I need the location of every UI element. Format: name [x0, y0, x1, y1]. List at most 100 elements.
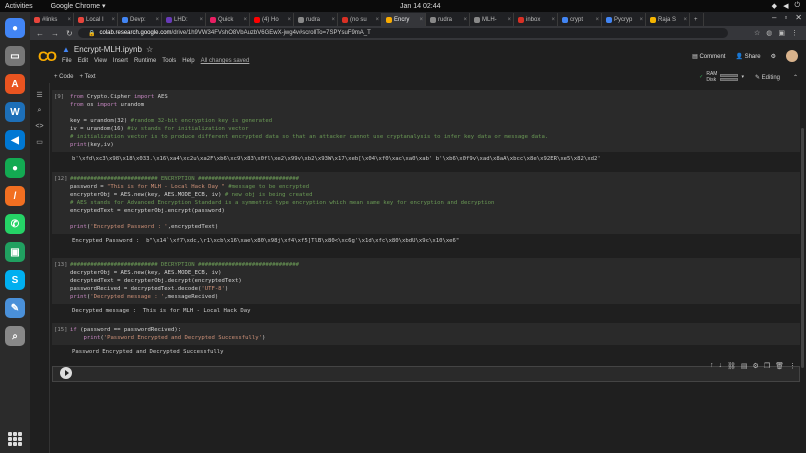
star-icon[interactable]: ☆	[754, 29, 760, 37]
code-editor[interactable]: [9] from Crypto.Cipher import AES from os …	[52, 90, 800, 152]
close-tab-icon[interactable]: ×	[507, 17, 511, 23]
browser-tab[interactable]: LHD: ×	[162, 13, 206, 26]
more-icon[interactable]: ⋮	[789, 362, 796, 370]
menu-item[interactable]: Insert	[113, 58, 128, 64]
mirror-icon[interactable]: ❐	[764, 362, 770, 370]
close-tab-icon[interactable]: ×	[463, 17, 467, 23]
app-icon[interactable]: ▣	[5, 242, 25, 262]
close-tab-icon[interactable]: ×	[111, 17, 115, 23]
browser-tab[interactable]: Local I ×	[74, 13, 118, 26]
text-editor-icon[interactable]: ✎	[5, 298, 25, 318]
browser-tab[interactable]: (no su ×	[338, 13, 382, 26]
close-tab-icon[interactable]: ×	[419, 17, 423, 23]
close-tab-icon[interactable]: ×	[155, 17, 159, 23]
browser-tab[interactable]: Quick ×	[206, 13, 250, 26]
menu-icon[interactable]: ⋮	[791, 29, 798, 37]
scrollbar[interactable]	[801, 128, 804, 368]
add-text-button[interactable]: + Text	[80, 74, 96, 80]
close-tab-icon[interactable]: ×	[375, 17, 379, 23]
close-tab-icon[interactable]: ×	[67, 17, 71, 23]
close-tab-icon[interactable]: ×	[595, 17, 599, 23]
code-editor[interactable]: [13] ########################## DECRYPTIO…	[52, 258, 800, 304]
close-tab-icon[interactable]: ×	[683, 17, 687, 23]
code-cell[interactable]: [13] ########################## DECRYPTIO…	[52, 258, 800, 318]
new-tab-button[interactable]: +	[690, 13, 704, 26]
clock[interactable]: Jan 14 02:44	[400, 3, 440, 10]
editing-status[interactable]: ✎ Editing	[755, 74, 780, 81]
browser-tab[interactable]: Encry ×	[382, 13, 426, 26]
browser-tab[interactable]: Raja S ×	[646, 13, 690, 26]
avatar[interactable]	[786, 50, 798, 62]
code-editor[interactable]: [12] ########################## ENCRYPTIO…	[52, 172, 800, 234]
browser-tab[interactable]: Devp: ×	[118, 13, 162, 26]
add-code-button[interactable]: + Code	[54, 74, 74, 80]
close-tab-icon[interactable]: ×	[243, 17, 247, 23]
files-icon[interactable]: ▭	[30, 138, 49, 146]
extension-icon[interactable]: ▣	[778, 29, 785, 37]
search-icon[interactable]: ⌕	[5, 326, 25, 346]
software-icon[interactable]: A	[5, 74, 25, 94]
menu-item[interactable]: Runtime	[134, 58, 156, 64]
chrome-icon[interactable]: ●	[5, 18, 25, 38]
browser-tab[interactable]: inbox ×	[514, 13, 558, 26]
close-tab-icon[interactable]: ×	[551, 17, 555, 23]
close-tab-icon[interactable]: ×	[199, 17, 203, 23]
maximize-icon[interactable]: ▫	[784, 13, 787, 22]
close-tab-icon[interactable]: ×	[639, 17, 643, 23]
browser-tab[interactable]: rudra ×	[426, 13, 470, 26]
code-snippets-icon[interactable]: <>	[30, 123, 49, 130]
menu-item[interactable]: File	[62, 58, 72, 64]
settings-icon[interactable]: ⚙	[753, 362, 759, 370]
back-icon[interactable]: ←	[36, 29, 44, 38]
delete-icon[interactable]: 🗑	[775, 362, 784, 370]
settings-icon[interactable]: ⚙	[771, 53, 776, 60]
system-tray[interactable]: ◆ ◀ ⏻	[772, 2, 800, 10]
ram-disk-indicator[interactable]: ✓ RAM Disk ▾	[699, 71, 744, 83]
link-icon[interactable]: ⛓	[727, 362, 736, 370]
app-icon[interactable]: W	[5, 102, 25, 122]
toc-icon[interactable]: ☰	[30, 91, 49, 99]
reload-icon[interactable]: ↻	[66, 29, 73, 38]
postman-icon[interactable]: /	[5, 186, 25, 206]
save-status[interactable]: All changes saved	[201, 58, 250, 64]
search-icon[interactable]: ⌕	[30, 107, 49, 115]
forward-icon[interactable]: →	[51, 29, 59, 38]
files-icon[interactable]: ▭	[5, 46, 25, 66]
vscode-icon[interactable]: ◀	[5, 130, 25, 150]
browser-tab[interactable]: rudra ×	[294, 13, 338, 26]
minimize-icon[interactable]: –	[772, 13, 776, 22]
browser-tab[interactable]: #links ×	[30, 13, 74, 26]
menu-item[interactable]: Help	[182, 58, 194, 64]
mongodb-icon[interactable]: ●	[5, 158, 25, 178]
whatsapp-icon[interactable]: ✆	[5, 214, 25, 234]
close-icon[interactable]: ✕	[795, 13, 802, 22]
move-up-icon[interactable]: ↑	[710, 362, 714, 370]
empty-code-cell[interactable]	[52, 366, 800, 382]
close-tab-icon[interactable]: ×	[331, 17, 335, 23]
code-cell[interactable]: [9] from Crypto.Cipher import AES from os …	[52, 90, 800, 166]
extension-icon[interactable]: ◍	[766, 29, 772, 37]
menu-item[interactable]: Tools	[162, 58, 176, 64]
run-cell-button[interactable]	[60, 367, 72, 379]
show-applications-icon[interactable]	[8, 432, 22, 446]
menu-item[interactable]: Edit	[78, 58, 88, 64]
browser-tab[interactable]: MLH- ×	[470, 13, 514, 26]
app-menu[interactable]: Google Chrome ▾	[51, 2, 106, 10]
close-tab-icon[interactable]: ×	[287, 17, 291, 23]
colab-logo[interactable]: CO	[38, 48, 57, 64]
browser-tab[interactable]: (4) Ho ×	[250, 13, 294, 26]
comment-icon[interactable]: ▤	[741, 362, 748, 370]
menu-item[interactable]: View	[94, 58, 107, 64]
activities-button[interactable]: Activities	[5, 3, 33, 10]
share-button[interactable]: 👤 Share	[735, 53, 760, 60]
notebook-title[interactable]: Encrypt-MLH.ipynb	[74, 45, 142, 54]
code-editor[interactable]: [15] if (password == passwordRecived): pr…	[52, 323, 800, 345]
star-icon[interactable]: ☆	[146, 45, 153, 54]
skype-icon[interactable]: S	[5, 270, 25, 290]
code-cell[interactable]: [15] if (password == passwordRecived): pr…	[52, 323, 800, 359]
comment-button[interactable]: ▤ Comment	[692, 53, 725, 60]
code-cell[interactable]: [12] ########################## ENCRYPTIO…	[52, 172, 800, 248]
collapse-icon[interactable]: ⌃	[793, 74, 798, 81]
url-input[interactable]: 🔒 colab.research.google.com/drive/1h9VW3…	[78, 28, 728, 38]
browser-tab[interactable]: crypt ×	[558, 13, 602, 26]
